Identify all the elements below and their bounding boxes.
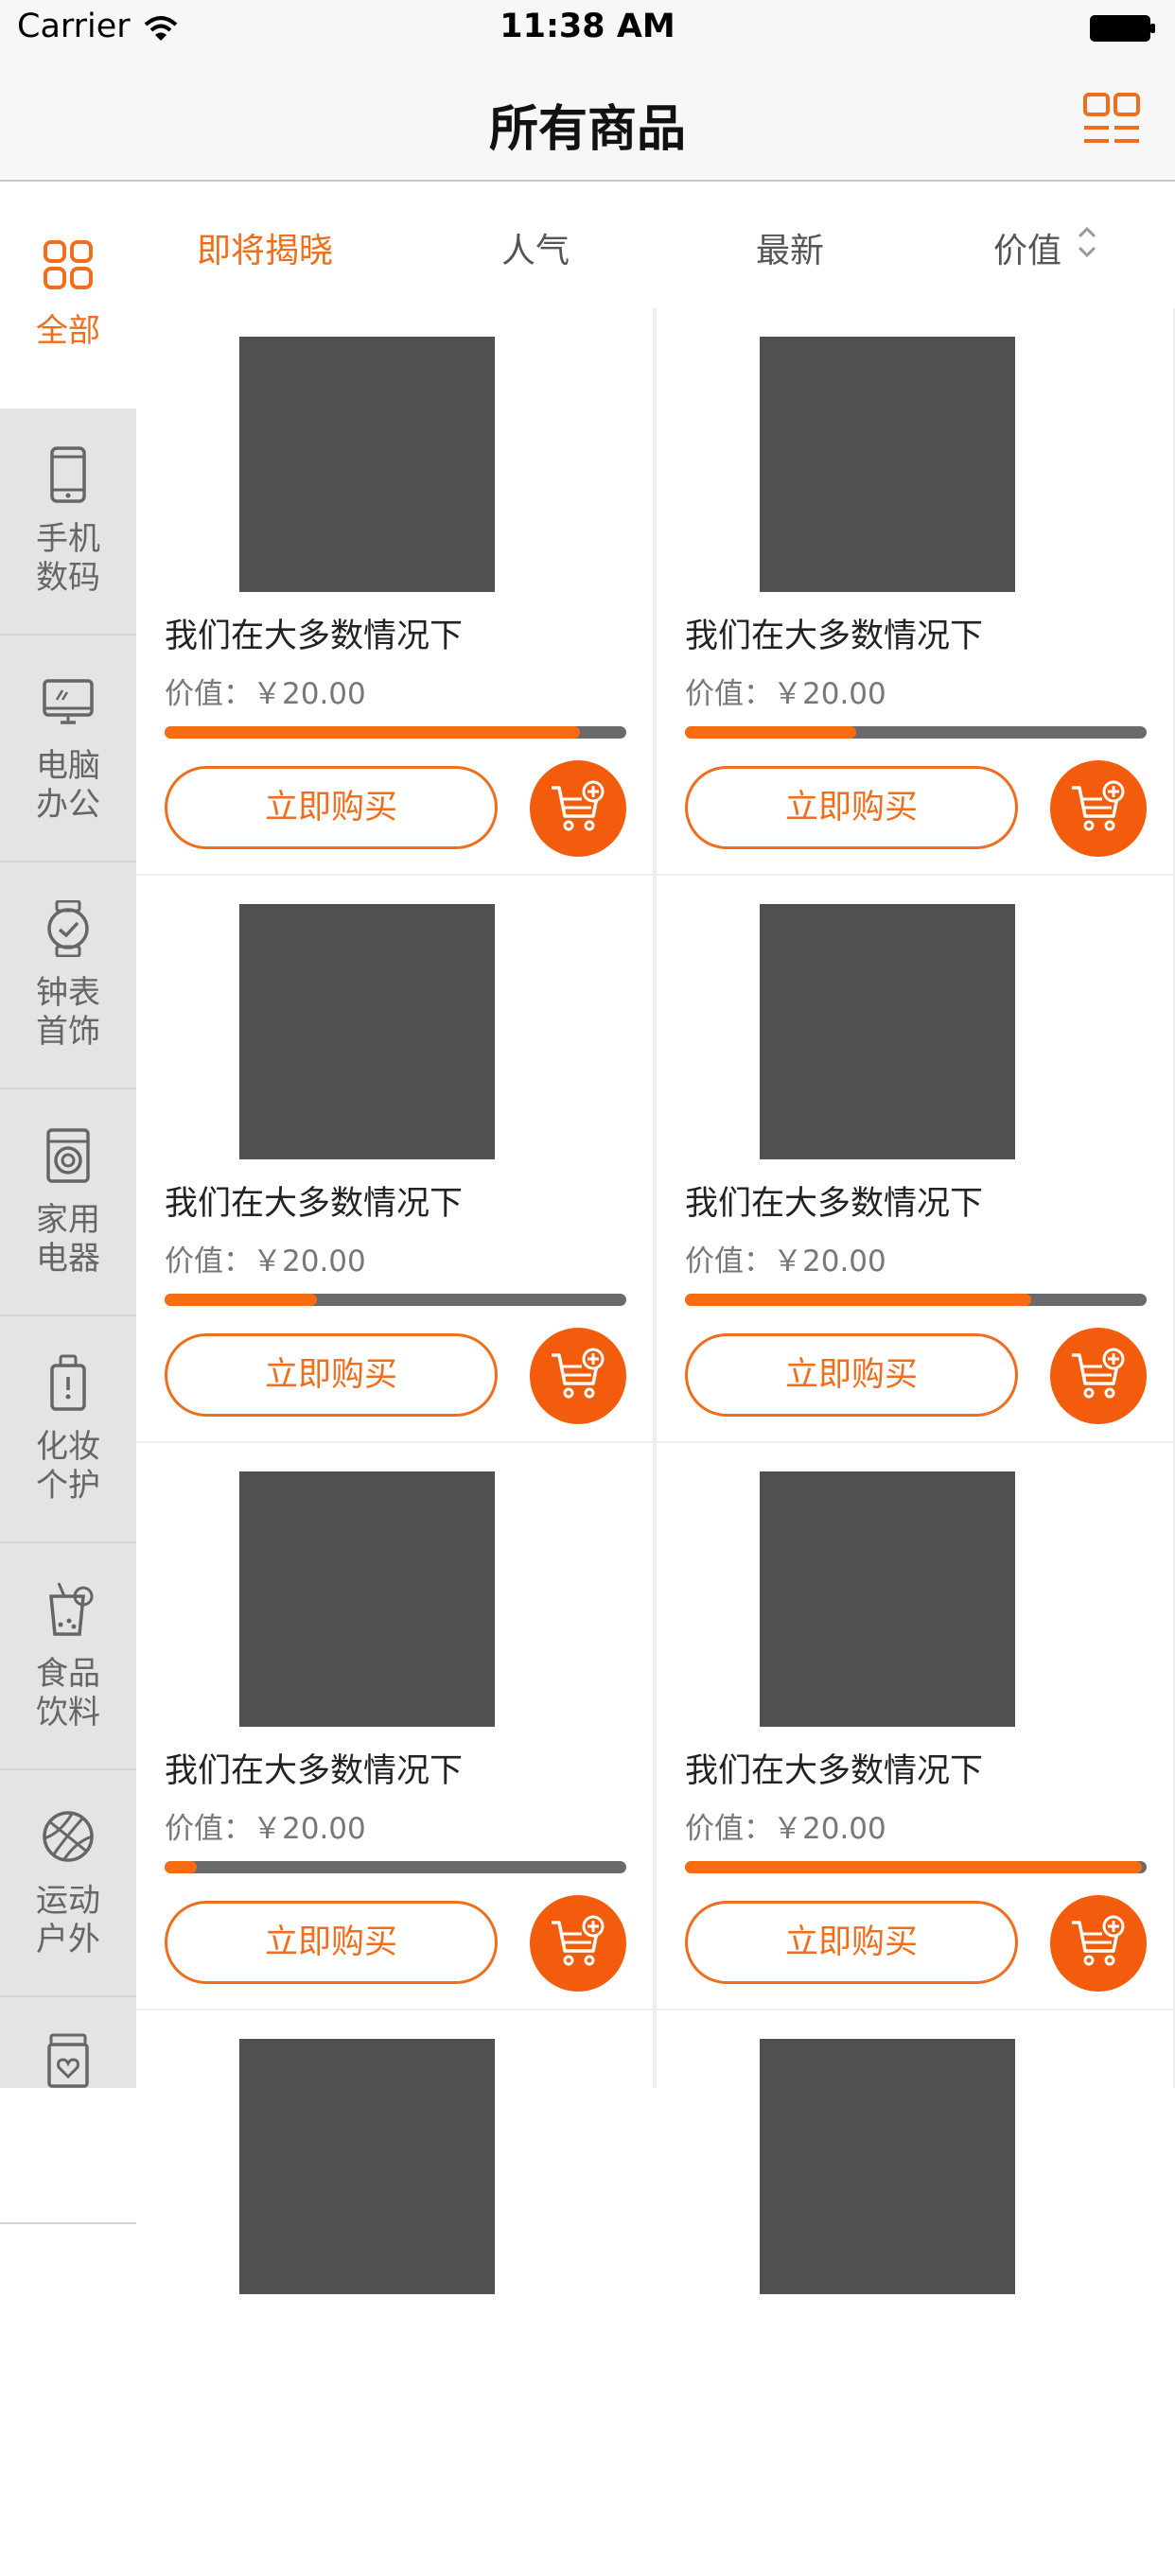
buy-now-button[interactable]: 立即购买 — [165, 1333, 498, 1417]
product-image[interactable] — [760, 2039, 1015, 2294]
product-name: 我们在大多数情况下 — [165, 1752, 464, 1790]
sidebar-item-phones[interactable]: 手机 数码 — [0, 409, 136, 635]
progress-fill — [165, 726, 581, 739]
cart-icon — [552, 1348, 605, 1399]
progress-fill — [165, 1861, 198, 1873]
jar-icon — [47, 2033, 89, 2088]
product-card[interactable]: 我们在大多数情况下价值：￥20.00 立即购买 — [657, 1443, 1173, 2009]
progress-fill — [685, 726, 856, 739]
sidebar-item-computers[interactable]: 电脑 办公 — [0, 635, 136, 862]
status-bar: Carrier 11:38 AM — [0, 0, 1175, 57]
grid-icon — [44, 240, 93, 289]
cart-icon — [552, 1915, 605, 1966]
navigation-bar: 所有商品 — [0, 57, 1175, 182]
sidebar-item-label: 手机 数码 — [36, 520, 100, 597]
product-image[interactable] — [760, 1471, 1015, 1727]
sidebar-item-label: 全部 — [36, 312, 100, 350]
progress-bar — [165, 1861, 626, 1873]
add-to-cart-button[interactable] — [1050, 1328, 1147, 1424]
progress-bar — [165, 726, 626, 739]
product-price: 价值：￥20.00 — [685, 677, 886, 711]
category-sidebar: 全部 手机 数码 电脑 办公 钟表 首饰 家用 电器 化妆 个护 食品 饮料 运… — [0, 182, 136, 2224]
add-to-cart-button[interactable] — [1050, 1895, 1147, 1992]
sidebar-item-label: 化妆 个护 — [36, 1428, 100, 1505]
add-to-cart-button[interactable] — [530, 1895, 626, 1992]
tab-newest[interactable]: 最新 — [756, 223, 824, 272]
cart-icon — [552, 780, 605, 831]
product-name: 我们在大多数情况下 — [685, 1752, 984, 1790]
product-name: 我们在大多数情况下 — [165, 618, 464, 655]
sidebar-item-sports[interactable]: 运动 户外 — [0, 1770, 136, 1997]
product-image[interactable] — [760, 904, 1015, 1159]
tab-coming-soon[interactable]: 即将揭晓 — [197, 223, 333, 272]
sidebar-item-watches[interactable]: 钟表 首饰 — [0, 862, 136, 1089]
phone-icon — [50, 446, 86, 503]
cart-icon — [1072, 780, 1125, 831]
progress-fill — [685, 1861, 1143, 1873]
cart-icon — [1072, 1915, 1125, 1966]
product-image[interactable] — [239, 1471, 495, 1727]
sort-tabs: 即将揭晓 人气 最新 价值 — [136, 182, 1175, 308]
cart-icon — [1072, 1348, 1125, 1399]
washing-machine-icon — [46, 1128, 90, 1183]
product-price: 价值：￥20.00 — [685, 1812, 886, 1846]
product-card[interactable]: 我们在大多数情况下 价值：￥20.00 立即购买 — [657, 876, 1173, 1441]
product-grid: 我们在大多数情况下 价值：￥20.00 立即购买 我们在大多数情况下 价值：￥20.00… — [136, 308, 1175, 2576]
sidebar-item-more[interactable] — [0, 1997, 136, 2224]
layout-toggle-icon[interactable] — [1082, 92, 1141, 150]
buy-now-button[interactable]: 立即购买 — [165, 766, 498, 849]
product-price: 价值：￥20.00 — [165, 1244, 366, 1279]
sidebar-item-label: 家用 电器 — [36, 1201, 100, 1278]
monitor-icon — [43, 679, 94, 724]
product-card[interactable] — [657, 2010, 1173, 2576]
tab-popularity[interactable]: 人气 — [501, 223, 570, 272]
sidebar-item-appliances[interactable]: 家用 电器 — [0, 1089, 136, 1316]
product-price: 价值：￥20.00 — [165, 1812, 366, 1846]
product-image[interactable] — [239, 904, 495, 1159]
product-card[interactable]: 我们在大多数情况下 价值：￥20.00 立即购买 — [136, 308, 653, 874]
buy-now-button[interactable]: 立即购买 — [685, 1333, 1018, 1417]
cosmetics-icon — [50, 1354, 86, 1411]
sidebar-item-cosmetics[interactable]: 化妆 个护 — [0, 1316, 136, 1543]
product-image[interactable] — [239, 2039, 495, 2294]
buy-now-button[interactable]: 立即购买 — [165, 1901, 498, 1984]
sidebar-item-label: 钟表 首饰 — [36, 974, 100, 1051]
product-price: 价值：￥20.00 — [165, 677, 366, 711]
drink-icon — [49, 1582, 94, 1636]
basketball-icon — [43, 1811, 94, 1862]
add-to-cart-button[interactable] — [1050, 760, 1147, 857]
progress-fill — [685, 1294, 1031, 1306]
page-title: 所有商品 — [488, 101, 686, 158]
product-card[interactable]: 我们在大多数情况下 价值：￥20.00 立即购买 — [136, 876, 653, 1441]
battery-icon — [1090, 15, 1155, 42]
watch-icon — [47, 900, 89, 957]
sidebar-item-label: 运动 户外 — [36, 1882, 100, 1958]
add-to-cart-button[interactable] — [530, 1328, 626, 1424]
sidebar-item-food-drinks[interactable]: 食品 饮料 — [0, 1543, 136, 1770]
tab-value[interactable]: 价值 — [993, 223, 1061, 272]
add-to-cart-button[interactable] — [530, 760, 626, 857]
product-name: 我们在大多数情况下 — [165, 1185, 464, 1223]
product-card[interactable]: 我们在大多数情况下 价值：￥20.00 立即购买 — [657, 308, 1173, 874]
product-name: 我们在大多数情况下 — [685, 1185, 984, 1223]
progress-bar — [685, 726, 1147, 739]
progress-bar — [165, 1294, 626, 1306]
product-card[interactable]: 我们在大多数情况下价值：￥20.00 立即购买 — [136, 1443, 653, 2009]
progress-fill — [165, 1294, 318, 1306]
product-image[interactable] — [760, 337, 1015, 592]
sidebar-item-label: 食品 饮料 — [36, 1655, 100, 1732]
sidebar-item-all[interactable]: 全部 — [0, 182, 136, 409]
sidebar-item-label: 电脑 办公 — [36, 747, 100, 824]
buy-now-button[interactable]: 立即购买 — [685, 1901, 1018, 1984]
clock-time: 11:38 AM — [500, 8, 675, 45]
product-image[interactable] — [239, 337, 495, 592]
buy-now-button[interactable]: 立即购买 — [685, 766, 1018, 849]
sort-arrows-icon[interactable] — [1077, 223, 1097, 261]
product-card[interactable] — [136, 2010, 653, 2576]
progress-bar — [685, 1294, 1147, 1306]
product-name: 我们在大多数情况下 — [685, 618, 984, 655]
progress-bar — [685, 1861, 1147, 1873]
product-price: 价值：￥20.00 — [685, 1244, 886, 1279]
